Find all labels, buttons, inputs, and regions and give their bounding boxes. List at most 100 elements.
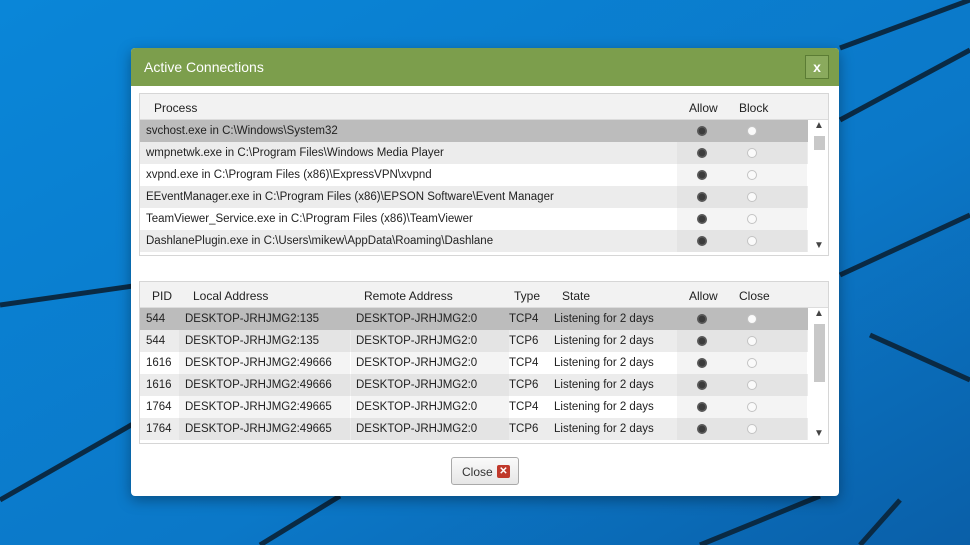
pid-cell: 1764 [146,401,172,413]
process-cell: DashlanePlugin.exe in C:\Users\mikew\App… [146,235,494,247]
process-cell: svchost.exe in C:\Windows\System32 [146,125,338,137]
process-scrollbar[interactable]: ▲ ▼ [810,120,828,252]
state-cell: Listening for 2 days [554,313,654,325]
process-cell: EEventManager.exe in C:\Program Files (x… [146,191,554,203]
scroll-thumb[interactable] [814,136,825,150]
state-cell: Listening for 2 days [554,335,654,347]
table-row[interactable]: 1616 DESKTOP-JRHJMG2:49666 DESKTOP-JRHJMG2… [140,352,808,374]
table-row[interactable]: TeamViewer_Service.exe in C:\Program Fil… [140,208,808,230]
table-row[interactable]: 544 DESKTOP-JRHJMG2:135 DESKTOP-JRHJMG2:0 T… [140,330,808,352]
table-row[interactable]: wmpnetwk.exe in C:\Program Files\Windows… [140,142,808,164]
remote-cell: DESKTOP-JRHJMG2:0 [356,379,478,391]
type-cell: TCP4 [509,313,539,325]
active-connections-dialog: Active Connections x Process Allow Block… [131,48,839,496]
process-cell: xvpnd.exe in C:\Program Files (x86)\Expr… [146,169,432,181]
remote-cell: DESKTOP-JRHJMG2:0 [356,401,478,413]
chevron-up-icon[interactable]: ▲ [810,308,828,320]
block-radio[interactable] [747,214,757,224]
connection-rows: 544 DESKTOP-JRHJMG2:135 DESKTOP-JRHJMG2:0 T… [140,308,808,440]
allow-radio[interactable] [697,236,707,246]
type-cell: TCP6 [509,423,539,435]
state-cell: Listening for 2 days [554,379,654,391]
type-cell: TCP4 [509,401,539,413]
process-table: Process Allow Block svchost.exe in C:\Wi… [139,93,829,256]
remote-cell: DESKTOP-JRHJMG2:0 [356,423,478,435]
close-x-button[interactable]: x [805,55,829,79]
pid-cell: 1616 [146,357,172,369]
chevron-up-icon[interactable]: ▲ [810,120,828,132]
process-cell: wmpnetwk.exe in C:\Program Files\Windows… [146,147,444,159]
allow-radio[interactable] [697,192,707,202]
state-cell: Listening for 2 days [554,423,654,435]
table-row[interactable]: 1616 DESKTOP-JRHJMG2:49666 DESKTOP-JRHJMG2… [140,374,808,396]
process-table-header: Process Allow Block [140,94,828,120]
close-radio[interactable] [747,336,757,346]
process-cell: TeamViewer_Service.exe in C:\Program Fil… [146,213,473,225]
header-process[interactable]: Process [154,101,197,115]
close-radio[interactable] [747,314,757,324]
scroll-thumb[interactable] [814,324,825,382]
type-cell: TCP6 [509,379,539,391]
allow-radio[interactable] [697,214,707,224]
block-radio[interactable] [747,192,757,202]
allow-radio[interactable] [697,148,707,158]
table-row[interactable]: EEventManager.exe in C:\Program Files (x… [140,186,808,208]
chevron-down-icon[interactable]: ▼ [810,240,828,252]
header-block[interactable]: Block [739,101,768,115]
close-button-label: Close [462,465,493,479]
connections-table-header: PID Local Address Remote Address Type St… [140,282,828,308]
close-button[interactable]: Close ✕ [451,457,519,485]
remote-cell: DESKTOP-JRHJMG2:0 [356,357,478,369]
close-x-icon: ✕ [497,465,510,478]
allow-radio[interactable] [697,126,707,136]
state-cell: Listening for 2 days [554,401,654,413]
dialog-titlebar[interactable]: Active Connections x [131,48,839,86]
local-cell: DESKTOP-JRHJMG2:49665 [185,423,332,435]
allow-radio[interactable] [697,424,707,434]
header-remote-address[interactable]: Remote Address [364,289,453,303]
close-radio[interactable] [747,380,757,390]
allow-radio[interactable] [697,170,707,180]
local-cell: DESKTOP-JRHJMG2:49666 [185,357,332,369]
header-local-address[interactable]: Local Address [193,289,268,303]
state-cell: Listening for 2 days [554,357,654,369]
table-row[interactable]: xvpnd.exe in C:\Program Files (x86)\Expr… [140,164,808,186]
header-type[interactable]: Type [514,289,540,303]
block-radio[interactable] [747,148,757,158]
allow-radio[interactable] [697,314,707,324]
allow-radio[interactable] [697,402,707,412]
type-cell: TCP6 [509,335,539,347]
allow-radio[interactable] [697,380,707,390]
local-cell: DESKTOP-JRHJMG2:49666 [185,379,332,391]
allow-radio[interactable] [697,358,707,368]
pid-cell: 544 [146,335,166,347]
header-allow[interactable]: Allow [689,101,718,115]
table-row[interactable]: DashlanePlugin.exe in C:\Users\mikew\App… [140,230,808,252]
block-radio[interactable] [747,170,757,180]
block-radio[interactable] [747,236,757,246]
remote-cell: DESKTOP-JRHJMG2:0 [356,313,478,325]
table-row[interactable]: svchost.exe in C:\Windows\System32 [140,120,808,142]
table-row[interactable]: 1764 DESKTOP-JRHJMG2:49665 DESKTOP-JRHJMG2… [140,396,808,418]
close-radio[interactable] [747,402,757,412]
process-rows: svchost.exe in C:\Windows\System32 wmpnet… [140,120,808,252]
type-cell: TCP4 [509,357,539,369]
pid-cell: 544 [146,313,166,325]
header-close[interactable]: Close [739,289,770,303]
header-state[interactable]: State [562,289,590,303]
connections-scrollbar[interactable]: ▲ ▼ [810,308,828,440]
local-cell: DESKTOP-JRHJMG2:135 [185,335,319,347]
allow-radio[interactable] [697,336,707,346]
close-radio[interactable] [747,424,757,434]
table-row[interactable]: 544 DESKTOP-JRHJMG2:135 DESKTOP-JRHJMG2:0 T… [140,308,808,330]
block-radio[interactable] [747,126,757,136]
header-pid[interactable]: PID [152,289,172,303]
pid-cell: 1616 [146,379,172,391]
header-allow[interactable]: Allow [689,289,718,303]
dialog-title: Active Connections [144,59,264,75]
remote-cell: DESKTOP-JRHJMG2:0 [356,335,478,347]
table-row[interactable]: 1764 DESKTOP-JRHJMG2:49665 DESKTOP-JRHJMG2… [140,418,808,440]
local-cell: DESKTOP-JRHJMG2:49665 [185,401,332,413]
chevron-down-icon[interactable]: ▼ [810,428,828,440]
close-radio[interactable] [747,358,757,368]
